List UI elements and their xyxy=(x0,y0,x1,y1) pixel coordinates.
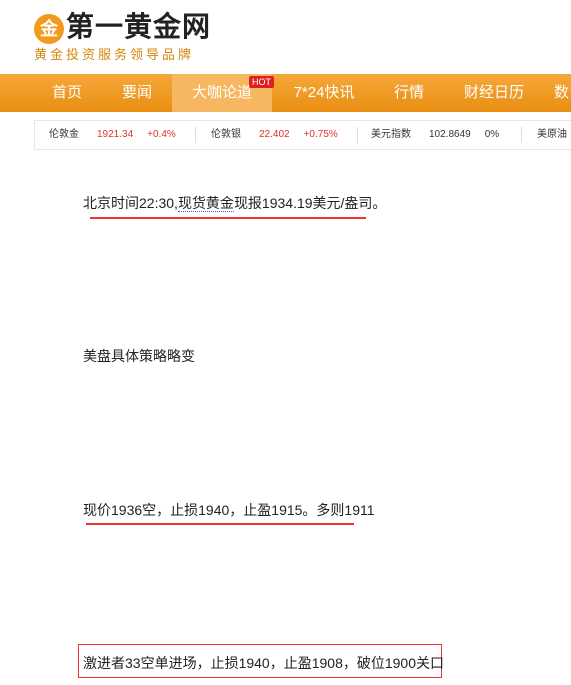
ticker-value: 102.8649 xyxy=(429,129,471,140)
logo-coin-icon[interactable]: 金 xyxy=(34,14,64,44)
ticker-item-silver[interactable]: 伦敦银 22.402 +0.75% xyxy=(211,121,338,149)
ticker-value: 22.402 xyxy=(259,129,290,140)
nav-item-quotes[interactable]: 行情 xyxy=(384,74,434,112)
hot-badge: HOT xyxy=(249,76,274,88)
site-slogan: 黄金投资服务领导品牌 xyxy=(34,47,195,62)
site-header: 金 第一黄金网 黄金投资服务领导品牌 xyxy=(0,0,571,74)
red-underline xyxy=(86,523,354,525)
article-text: 北京时间22:30, xyxy=(83,195,178,211)
red-underline xyxy=(90,217,366,219)
ticker-name: 伦敦金 xyxy=(49,129,79,140)
article-paragraph-3: 现价1936空，止损1940，止盈1915。多则1911 xyxy=(83,502,375,518)
ticker-change: +0.4% xyxy=(147,129,176,140)
highlighted-box: 激进者33空单进场，止损1940，止盈1908，破位1900关口 xyxy=(78,644,445,678)
article-paragraph-2: 美盘具体策略略变 xyxy=(83,348,195,364)
ticker-name: 美原油 xyxy=(537,129,567,140)
ticker-change: +0.75% xyxy=(303,129,338,140)
ticker-divider xyxy=(521,127,522,143)
nav-item-calendar[interactable]: 财经日历 xyxy=(456,74,532,112)
ticker-divider xyxy=(357,127,358,143)
spot-gold-link[interactable]: 现货黄金 xyxy=(177,195,234,212)
nav-item-data[interactable]: 数 xyxy=(554,74,571,112)
ticker-value: 1921.34 xyxy=(97,129,134,140)
article-paragraph-1: 北京时间22:30,现货黄金现报1934.19美元/盎司。 xyxy=(83,193,386,213)
ticker-item-gold[interactable]: 伦敦金 1921.34 +0.4% xyxy=(49,121,176,149)
ticker-item-usd-index[interactable]: 美元指数 102.8649 0% xyxy=(371,121,499,149)
ticker-item-crude-oil[interactable]: 美原油 xyxy=(537,121,567,149)
article-text: 现报1934.19美元/盎司。 xyxy=(233,195,387,211)
ticker-name: 伦敦银 xyxy=(211,129,241,140)
ticker-name: 美元指数 xyxy=(371,129,411,140)
nav-item-home[interactable]: 首页 xyxy=(38,74,96,112)
nav-item-news[interactable]: 要闻 xyxy=(108,74,166,112)
ticker-change: 0% xyxy=(484,129,500,140)
ticker-divider xyxy=(195,127,196,143)
nav-item-experts-label: 大咖论道 xyxy=(191,84,252,101)
main-nav: 首页 要闻 大咖论道 HOT 7*24快讯 行情 财经日历 数 xyxy=(0,74,571,112)
article-paragraph-4: 激进者33空单进场，止损1940，止盈1908，破位1900关口 xyxy=(83,655,445,671)
site-logo-title[interactable]: 第一黄金网 xyxy=(66,10,211,44)
quote-ticker: 伦敦金 1921.34 +0.4% 伦敦银 22.402 +0.75% 美元指数 102.… xyxy=(34,120,571,150)
nav-item-experts[interactable]: 大咖论道 HOT xyxy=(172,74,274,112)
nav-item-flash[interactable]: 7*24快讯 xyxy=(286,74,362,112)
